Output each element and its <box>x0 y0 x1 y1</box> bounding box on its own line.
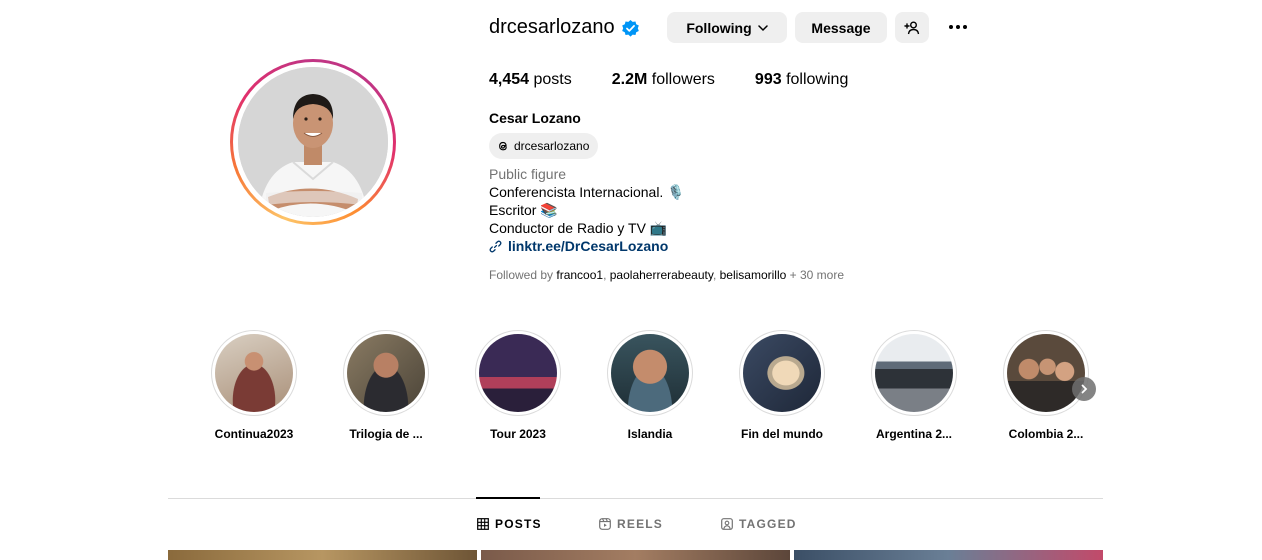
bio-line: Conductor de Radio y TV 📺 <box>489 220 668 236</box>
followed-by[interactable]: Followed by francoo1, paolaherrerabeauty… <box>489 268 844 282</box>
stat-posts: 4,454 posts <box>489 71 572 89</box>
stat-posts-label: posts <box>533 71 572 88</box>
bio-link[interactable]: linktr.ee/DrCesarLozano <box>489 238 668 254</box>
avatar-ring-gap <box>233 62 393 222</box>
threads-handle: drcesarlozano <box>514 139 590 153</box>
link-icon <box>489 240 502 252</box>
highlight-ring <box>1003 330 1089 416</box>
avatar[interactable] <box>238 67 388 217</box>
highlight-item[interactable]: Argentina 2... <box>869 330 959 441</box>
post-thumbnail[interactable] <box>794 550 1103 560</box>
highlight-item[interactable]: Islandia <box>605 330 695 441</box>
highlight-label: Islandia <box>627 427 673 441</box>
avatar-photo <box>238 67 388 217</box>
threads-badge[interactable]: drcesarlozano <box>489 133 599 159</box>
highlight-label: Argentina 2... <box>875 427 952 441</box>
reels-icon <box>599 518 611 530</box>
profile-username: drcesarlozano <box>489 16 615 38</box>
highlights-next-button[interactable] <box>1072 377 1096 401</box>
highlight-cover <box>1007 334 1085 412</box>
stat-followers[interactable]: 2.2M followers <box>612 71 715 89</box>
highlight-item[interactable]: Continua2023 <box>209 330 299 441</box>
verified-badge-icon <box>622 19 639 37</box>
add-user-icon <box>904 21 920 34</box>
highlight-item[interactable]: Fin del mundo <box>737 330 827 441</box>
tabs-divider <box>168 498 1103 499</box>
highlight-label: Colombia 2... <box>1008 427 1084 441</box>
highlight-ring <box>739 330 825 416</box>
highlight-ring <box>211 330 297 416</box>
highlight-ring <box>871 330 957 416</box>
highlight-item[interactable]: Tour 2023 <box>473 330 563 441</box>
chevron-right-icon <box>1081 384 1088 394</box>
stat-following[interactable]: 993 following <box>755 71 848 89</box>
profile-category: Public figure <box>489 166 567 182</box>
following-button-label: Following <box>686 19 752 36</box>
tab-posts[interactable]: POSTS <box>477 517 542 531</box>
followed-by-name: belisamorillo <box>719 268 787 282</box>
stat-followers-label: followers <box>651 71 715 88</box>
followed-by-prefix: Followed by <box>489 268 554 282</box>
highlight-cover <box>479 334 557 412</box>
followed-by-name: francoo1 <box>556 268 604 282</box>
highlight-item[interactable]: Trilogia de ... <box>341 330 431 441</box>
highlight-cover <box>875 334 953 412</box>
more-dot <box>949 25 953 29</box>
highlight-cover <box>611 334 689 412</box>
stat-posts-value: 4,454 <box>489 71 530 88</box>
bio-line: Escritor 📚 <box>489 202 558 218</box>
highlight-cover <box>743 334 821 412</box>
post-thumbnail[interactable] <box>168 550 477 560</box>
highlight-label: Trilogia de ... <box>349 427 423 441</box>
followed-by-name: paolaherrerabeauty <box>609 268 713 282</box>
profile-stats: 4,454 posts 2.2M followers 993 following <box>489 71 888 89</box>
highlight-cover <box>215 334 293 412</box>
profile-full-name: Cesar Lozano <box>489 110 581 126</box>
suggested-users-button[interactable] <box>895 12 929 43</box>
highlight-label: Fin del mundo <box>741 427 823 441</box>
grid-icon <box>477 518 489 530</box>
highlight-cover <box>347 334 425 412</box>
highlight-label: Continua2023 <box>214 427 294 441</box>
post-thumbnail[interactable] <box>481 550 790 560</box>
tab-tagged-label: TAGGED <box>739 517 797 531</box>
message-button[interactable]: Message <box>795 12 887 43</box>
highlight-ring <box>607 330 693 416</box>
tab-posts-label: POSTS <box>495 517 542 531</box>
more-dot <box>963 25 967 29</box>
tab-reels[interactable]: REELS <box>599 517 663 531</box>
more-options-icon[interactable] <box>944 16 972 38</box>
stat-following-label: following <box>786 71 849 88</box>
following-button[interactable]: Following <box>667 12 787 43</box>
bio-line: Conferencista Internacional. 🎙️ <box>489 184 685 200</box>
stat-followers-value: 2.2M <box>611 71 648 88</box>
threads-icon <box>499 141 507 151</box>
tagged-icon <box>721 518 733 530</box>
chevron-down-icon <box>757 24 768 31</box>
tab-reels-label: REELS <box>617 517 664 531</box>
highlight-ring <box>343 330 429 416</box>
profile-avatar-story-ring[interactable] <box>230 59 396 225</box>
highlight-ring <box>475 330 561 416</box>
more-dot <box>956 25 960 29</box>
stat-following-value: 993 <box>754 71 782 88</box>
active-tab-indicator <box>476 497 540 499</box>
tab-tagged[interactable]: TAGGED <box>721 517 797 531</box>
highlight-label: Tour 2023 <box>490 427 546 441</box>
bio-link-text: linktr.ee/DrCesarLozano <box>508 238 669 254</box>
followed-by-more: + 30 more <box>789 268 845 282</box>
